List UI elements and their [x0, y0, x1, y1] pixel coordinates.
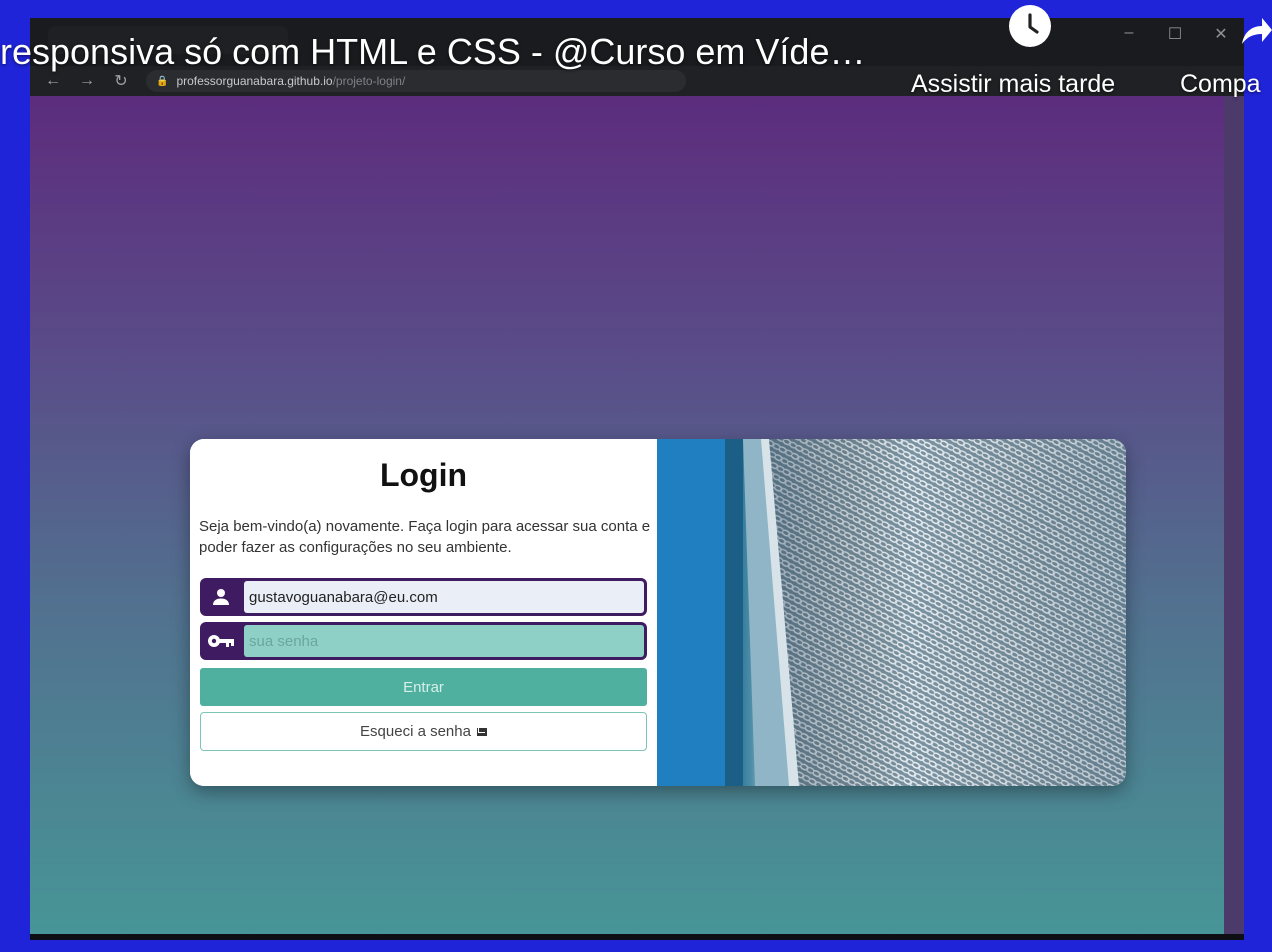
forgot-password-button[interactable]: Esqueci a senha [200, 712, 647, 751]
forgot-password-label: Esqueci a senha [360, 723, 471, 740]
user-icon [200, 578, 242, 616]
window-controls: – ☐ ✕ [1120, 24, 1230, 44]
building-image [657, 439, 1126, 786]
login-form: Login Seja bem-vindo(a) novamente. Faça … [190, 439, 657, 786]
lock-icon: 🔒 [156, 75, 169, 87]
key-icon [200, 622, 242, 660]
login-title: Login [379, 457, 468, 493]
share-label[interactable]: Compa [1180, 70, 1261, 99]
url-path: /projeto-login/ [332, 74, 406, 88]
minimize-icon[interactable]: – [1120, 24, 1138, 44]
page-viewport: Login Seja bem-vindo(a) novamente. Faça … [30, 96, 1224, 934]
welcome-text: Seja bem-vindo(a) novamente. Faça login … [199, 518, 651, 556]
submit-button[interactable]: Entrar [200, 668, 647, 706]
video-title[interactable]: responsiva só com HTML e CSS - @Curso em… [0, 28, 865, 76]
close-icon[interactable]: ✕ [1212, 24, 1230, 44]
url-host: professorguanabara.github.io [176, 74, 333, 88]
email-field-group [200, 578, 647, 616]
building-facade-graphic [657, 439, 1126, 786]
maximize-icon[interactable]: ☐ [1166, 24, 1184, 44]
browser-window: – ☐ ✕ ← → ↻ 🔒 professorguanabara.github.… [30, 18, 1244, 940]
clock-icon[interactable] [1009, 5, 1051, 47]
email-input[interactable] [244, 581, 644, 613]
scrollbar[interactable] [1224, 96, 1244, 934]
password-field-group [200, 622, 647, 660]
envelope-icon [476, 727, 487, 736]
login-card: Login Seja bem-vindo(a) novamente. Faça … [190, 439, 1126, 786]
share-icon[interactable] [1240, 14, 1272, 53]
password-input[interactable] [244, 625, 644, 657]
watch-later-label[interactable]: Assistir mais tarde [911, 70, 1115, 99]
